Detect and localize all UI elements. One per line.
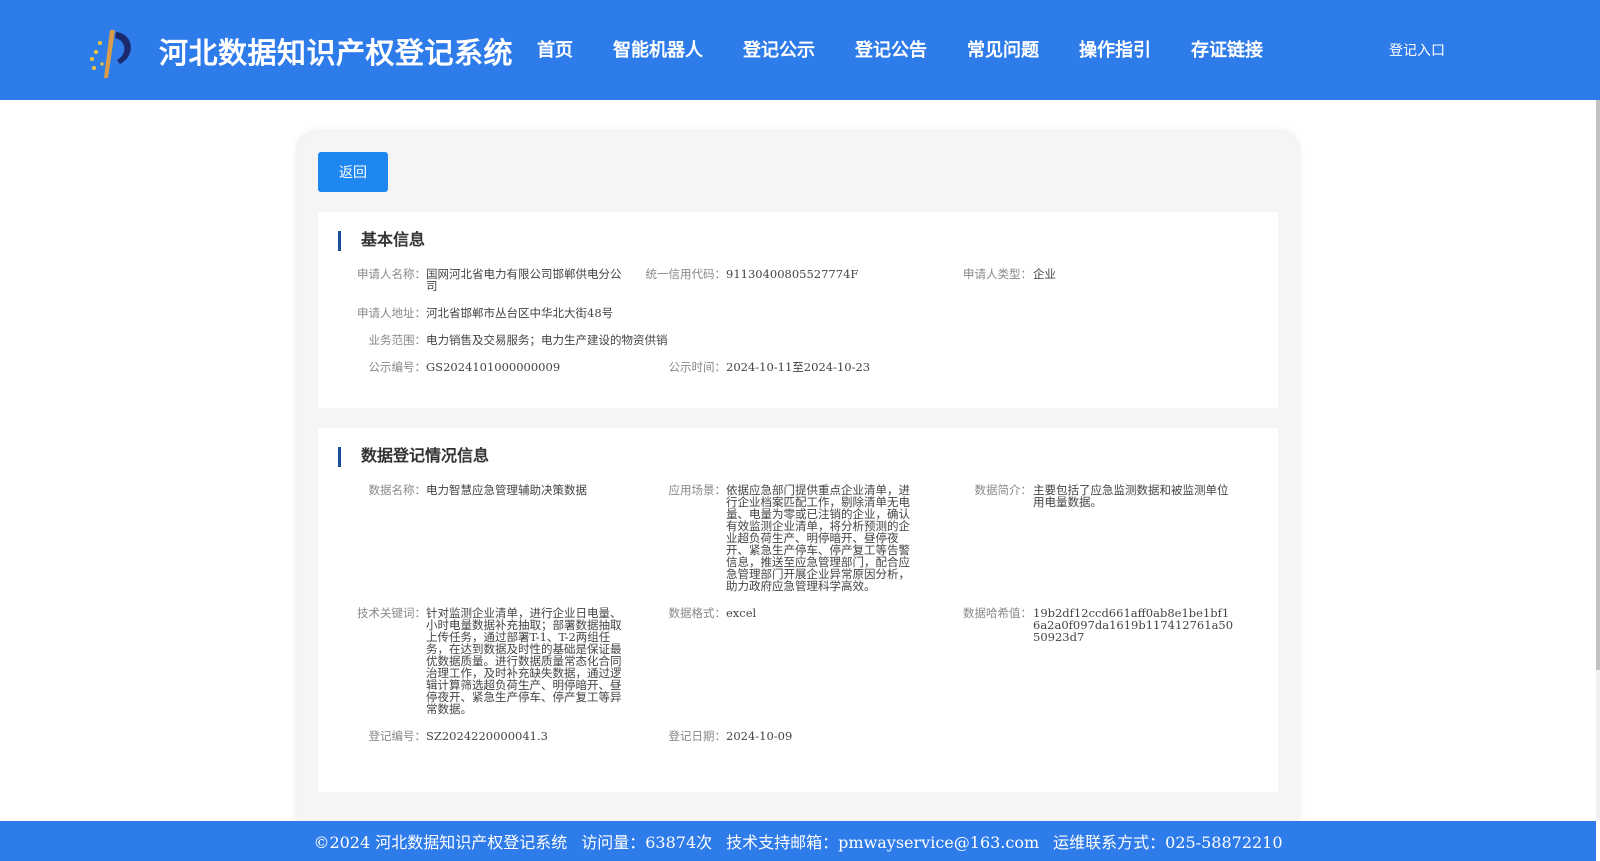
footer-ops-phone: 运维联系方式：025-58872210 — [1053, 833, 1283, 852]
nav-registration-publicity[interactable]: 登记公示 — [743, 36, 815, 62]
scrollbar-thumb[interactable] — [1596, 100, 1600, 670]
field-label: 数据名称： — [368, 483, 427, 497]
field-label: 业务范围： — [368, 333, 427, 347]
tech-keywords-value: 针对监测企业清单，进行企业日电量、小时电量数据补充抽取；部署数据抽取上传任务，通… — [426, 606, 622, 716]
data-format-value: excel — [726, 606, 757, 620]
field-label: 数据哈希值： — [963, 606, 1032, 620]
business-scope-value: 电力销售及交易服务；电力生产建设的物资供销 — [426, 333, 668, 347]
system-logo[interactable] — [82, 26, 136, 80]
application-scenario-value: 依据应急部门提供重点企业清单，进行企业档案匹配工作，剔除清单无电量、电量为零或已… — [726, 483, 910, 593]
field-label: 登记日期： — [668, 729, 727, 743]
field-label: 申请人地址： — [357, 306, 426, 320]
field-label: 申请人名称： — [357, 267, 426, 281]
footer-visits: 访问量：63874次 — [581, 833, 713, 852]
field-label: 登记编号： — [368, 729, 427, 743]
login-entry-link[interactable]: 登记入口 — [1389, 40, 1445, 60]
data-hash-value: 19b2df12ccd661aff0ab8e1be1bf16a2a0f097da… — [1033, 606, 1234, 644]
nav-registration-announcement[interactable]: 登记公告 — [855, 36, 927, 62]
nav-smart-robot[interactable]: 智能机器人 — [613, 36, 703, 62]
field-label: 技术关键词： — [357, 606, 426, 620]
notice-number-value: GS2024101000000009 — [426, 360, 561, 374]
top-header: 河北数据知识产权登记系统 首页 智能机器人 登记公示 登记公告 常见问题 操作指… — [0, 0, 1600, 100]
registration-info-title: 数据登记情况信息 — [338, 447, 489, 467]
detail-card: 返回 基本信息 申请人名称： 国网河北省电力有限公司邯郸供电分公司 统一信用代码… — [298, 132, 1298, 832]
nav-home[interactable]: 首页 — [537, 36, 573, 62]
field-label: 申请人类型： — [963, 267, 1032, 281]
basic-info-title: 基本信息 — [338, 231, 425, 251]
field-label: 公示编号： — [368, 360, 427, 374]
page-footer: ©2024 河北数据知识产权登记系统 访问量：63874次 技术支持邮箱：pmw… — [0, 821, 1596, 861]
field-label: 数据简介： — [974, 483, 1033, 497]
field-label: 统一信用代码： — [645, 267, 727, 281]
main-nav: 首页 智能机器人 登记公示 登记公告 常见问题 操作指引 存证链接 — [537, 36, 1303, 62]
applicant-name-value: 国网河北省电力有限公司邯郸供电分公司 — [426, 267, 622, 293]
credit-code-value: 91130400805527774F — [726, 267, 859, 281]
notice-time-value: 2024-10-11至2024-10-23 — [726, 360, 871, 374]
field-label: 数据格式： — [668, 606, 727, 620]
nav-faq[interactable]: 常见问题 — [967, 36, 1039, 62]
back-button[interactable]: 返回 — [318, 152, 388, 192]
footer-copyright: ©2024 河北数据知识产权登记系统 — [313, 833, 568, 852]
footer-support-email: 技术支持邮箱：pmwayservice@163.com — [726, 833, 1040, 852]
nav-operation-guide[interactable]: 操作指引 — [1079, 36, 1151, 62]
basic-info-section: 基本信息 申请人名称： 国网河北省电力有限公司邯郸供电分公司 统一信用代码： 9… — [318, 212, 1278, 408]
registration-number-value: SZ2024220000041.3 — [426, 729, 548, 743]
applicant-address-value: 河北省邯郸市丛台区中华北大街48号 — [426, 306, 614, 320]
field-label: 应用场景： — [668, 483, 727, 497]
field-label: 公示时间： — [668, 360, 727, 374]
nav-evidence-link[interactable]: 存证链接 — [1191, 36, 1263, 62]
registration-date-value: 2024-10-09 — [726, 729, 793, 743]
data-intro-value: 主要包括了应急监测数据和被监测单位用电量数据。 — [1033, 483, 1229, 509]
applicant-type-value: 企业 — [1033, 267, 1056, 281]
data-name-value: 电力智慧应急管理辅助决策数据 — [426, 483, 587, 497]
site-title: 河北数据知识产权登记系统 — [159, 36, 514, 70]
registration-info-section: 数据登记情况信息 数据名称： 电力智慧应急管理辅助决策数据 应用场景： 依据应急… — [318, 428, 1278, 792]
